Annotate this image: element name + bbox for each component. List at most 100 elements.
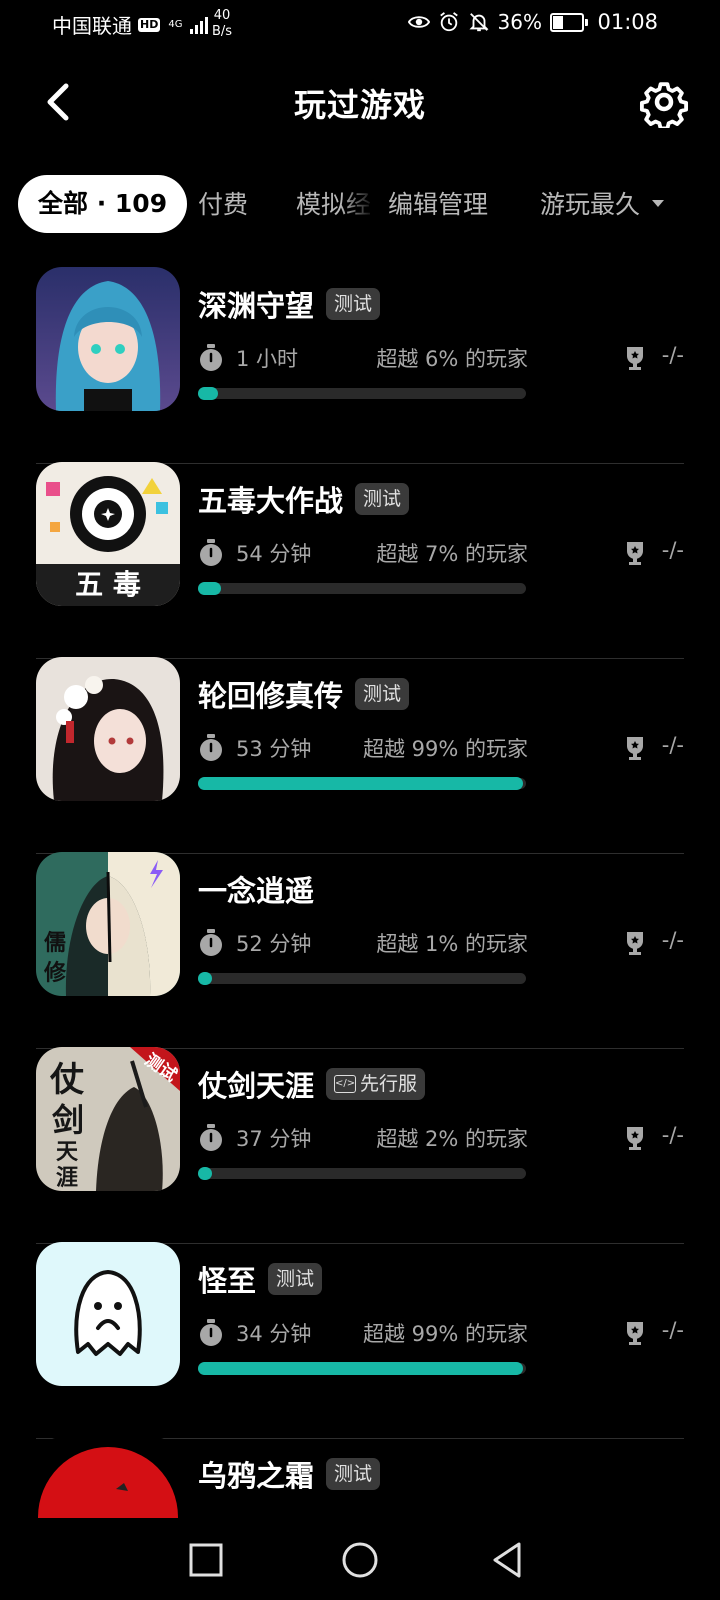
playtime: 53 分钟 [236, 737, 312, 761]
percentile-bar-fill [198, 582, 221, 595]
app-header: 玩过游戏 [0, 62, 720, 142]
game-list-item[interactable]: 深渊守望 测试 1 小时 超越 6% 的玩家 -/- [0, 265, 720, 464]
game-stats: 52 分钟 超越 1% 的玩家 -/- [198, 926, 684, 960]
home-circle-icon[interactable] [338, 1538, 382, 1582]
game-list-item[interactable]: 乌鸦之霜 测试 [0, 1435, 720, 1518]
game-title-row: 怪至 测试 [198, 1258, 323, 1300]
tab-all[interactable]: 全部 · 109 [18, 175, 188, 233]
signal-icon [190, 16, 209, 34]
early-access-label: 先行服 [360, 1073, 418, 1095]
percentile-text: 超越 6% 的玩家 [376, 347, 528, 371]
trophy-icon [627, 932, 643, 955]
stopwatch-icon [200, 929, 222, 956]
early-access-badge: </> 先行服 [326, 1068, 426, 1100]
percentile-bar [198, 972, 526, 985]
mute-bell-icon [469, 13, 489, 32]
test-badge: 测试 [355, 483, 410, 515]
game-title-row: 轮回修真传 测试 [198, 673, 410, 715]
network-type-label: 4G [168, 19, 183, 30]
thumb-text-2: 修 [43, 960, 67, 986]
game-icon: 五 毒 [36, 462, 180, 606]
percentile-text: 超越 1% 的玩家 [376, 932, 528, 956]
percentile-bar [198, 1167, 526, 1180]
game-list-item[interactable]: 儒 修 一念逍遥 52 分钟 超越 1% 的玩家 -/- [0, 850, 720, 1049]
code-icon: </> [334, 1075, 357, 1093]
game-icon [36, 657, 180, 801]
alarm-icon [439, 12, 458, 32]
played-games-list: 深渊守望 测试 1 小时 超越 6% 的玩家 -/- 五 毒 五毒大作战 测试 … [0, 265, 720, 1518]
back-triangle-icon[interactable] [486, 1538, 530, 1582]
achievements-count: -/- [661, 733, 684, 757]
game-icon [36, 1437, 180, 1518]
playtime: 37 分钟 [236, 1127, 312, 1151]
game-name: 一念逍遥 [198, 874, 315, 908]
test-badge: 测试 [355, 678, 410, 710]
sort-dropdown[interactable]: 游玩最久 [540, 175, 640, 235]
game-list-item[interactable]: 测试 仗 剑 天 涯 仗剑天涯 </> 先行服 37 分钟 超越 2% 的玩家 … [0, 1045, 720, 1244]
percentile-bar-fill [198, 972, 212, 985]
tab-editor-managed[interactable]: 编辑管理 [388, 175, 488, 235]
thumb-text: 儒 [44, 930, 66, 956]
percentile-bar [198, 1362, 526, 1375]
game-stats: 37 分钟 超越 2% 的玩家 -/- [198, 1121, 684, 1155]
status-bar: 中国联通 HD 4G 40 B/s 36% 01:08 [0, 0, 720, 50]
test-badge: 测试 [268, 1263, 323, 1295]
game-name: 轮回修真传 [198, 679, 344, 713]
filter-tabs: 全部 · 109 付费 模拟经 编辑管理 游玩最久 [0, 175, 720, 235]
stopwatch-icon [200, 734, 222, 761]
playtime: 54 分钟 [236, 542, 312, 566]
game-stats: 54 分钟 超越 7% 的玩家 -/- [198, 536, 684, 570]
game-name: 仗剑天涯 [198, 1069, 315, 1103]
game-icon: 儒 修 [36, 852, 180, 996]
status-right: 36% [407, 10, 588, 34]
thumb-text: 五 毒 [75, 568, 141, 601]
achievements-count: -/- [661, 343, 684, 367]
carrier-label: 中国联通 [52, 14, 132, 38]
game-title-row: 五毒大作战 测试 [198, 478, 410, 520]
game-title-row: 一念逍遥 [198, 868, 314, 910]
game-name: 五毒大作战 [198, 484, 344, 518]
test-badge: 测试 [326, 1458, 381, 1490]
page-title: 玩过游戏 [293, 86, 426, 124]
percentile-text: 超越 7% 的玩家 [376, 542, 528, 566]
battery-icon [550, 12, 588, 32]
eye-icon [407, 16, 430, 28]
settings-gear-icon[interactable] [638, 76, 690, 128]
stopwatch-icon [200, 344, 222, 371]
net-speed-unit: B/s [212, 24, 233, 39]
game-list-item[interactable]: 五 毒 五毒大作战 测试 54 分钟 超越 7% 的玩家 -/- [0, 460, 720, 659]
game-list-item[interactable]: 怪至 测试 34 分钟 超越 99% 的玩家 -/- [0, 1240, 720, 1439]
percentile-bar [198, 387, 526, 400]
game-name: 乌鸦之霜 [198, 1459, 315, 1493]
achievements-count: -/- [661, 1318, 684, 1342]
trophy-icon [627, 737, 643, 760]
thumb-char-2: 剑 [52, 1101, 84, 1139]
game-name: 怪至 [198, 1264, 257, 1298]
percentile-bar-fill [198, 1167, 212, 1180]
game-stats: 1 小时 超越 6% 的玩家 -/- [198, 341, 684, 375]
achievements-count: -/- [661, 538, 684, 562]
percentile-text: 超越 2% 的玩家 [376, 1127, 528, 1151]
battery-percent: 36% [497, 10, 542, 34]
achievements-count: -/- [661, 928, 684, 952]
status-left: 中国联通 HD 4G [52, 10, 209, 39]
test-badge: 测试 [326, 288, 381, 320]
game-icon [36, 267, 180, 411]
game-title-row: 深渊守望 测试 [198, 283, 381, 325]
stopwatch-icon [200, 1124, 222, 1151]
game-title-row: 乌鸦之霜 测试 [198, 1453, 381, 1495]
hd-icon: HD [138, 17, 161, 32]
trophy-icon [627, 1127, 643, 1150]
playtime: 1 小时 [236, 347, 299, 371]
game-list-item[interactable]: 轮回修真传 测试 53 分钟 超越 99% 的玩家 -/- [0, 655, 720, 854]
stopwatch-icon [200, 539, 222, 566]
playtime: 34 分钟 [236, 1322, 312, 1346]
game-title-row: 仗剑天涯 </> 先行服 [198, 1063, 426, 1105]
tab-paid[interactable]: 付费 [198, 175, 248, 235]
percentile-bar [198, 777, 526, 790]
percentile-text: 超越 99% 的玩家 [362, 1322, 528, 1346]
recents-square-icon[interactable] [184, 1538, 228, 1582]
trophy-icon [627, 347, 643, 370]
tab-simulation[interactable]: 模拟经 [296, 175, 371, 235]
game-icon [36, 1242, 180, 1386]
